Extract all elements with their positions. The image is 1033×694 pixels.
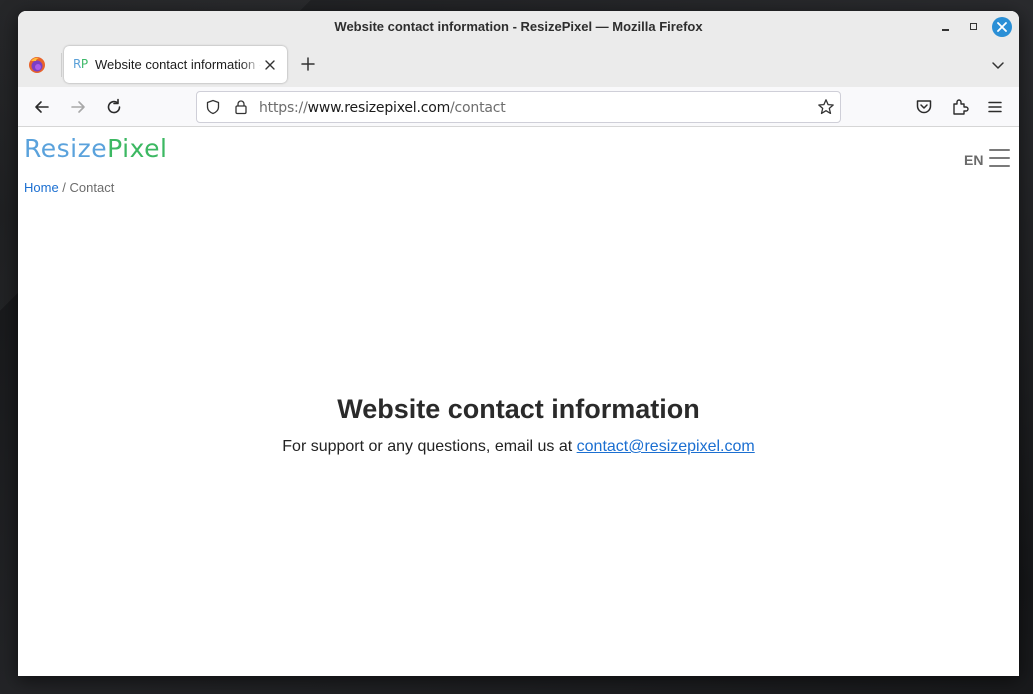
hamburger-icon[interactable] [985,97,1005,117]
contact-text: For support or any questions, email us a… [18,438,1019,456]
contact-email-link[interactable]: contact@resizepixel.com [577,438,755,455]
breadcrumb-home-link[interactable]: Home [24,180,59,195]
maximize-icon[interactable] [964,17,984,37]
url-text[interactable]: https://www.resizepixel.com/contact [259,100,506,116]
language-selector[interactable]: EN [964,152,983,168]
reload-icon[interactable] [104,97,124,117]
breadcrumb-current: Contact [69,180,115,195]
site-logo[interactable]: ResizePixel [24,134,167,163]
page-content: ResizePixel Home / Contact EN Website co… [18,128,1019,676]
star-icon[interactable] [817,98,835,116]
firefox-icon[interactable] [27,55,47,75]
close-tab-icon[interactable] [263,58,277,72]
breadcrumb: Home / Contact [24,180,114,195]
breadcrumb-separator: / [58,180,70,195]
pocket-icon[interactable] [914,97,934,117]
browser-window: Website contact information - ResizePixe… [18,11,1019,676]
lock-icon[interactable] [233,99,249,115]
minimize-icon[interactable] [936,17,956,37]
tab-title: Website contact information - ResizePixe… [95,57,261,72]
chevron-down-icon[interactable] [990,57,1006,73]
favicon-icon: RP [73,57,88,71]
navigation-toolbar: https://www.resizepixel.com/contact [18,87,1019,127]
close-icon[interactable] [992,17,1012,37]
tab-active[interactable]: RP Website contact information - ResizeP… [64,46,287,83]
url-bar[interactable]: https://www.resizepixel.com/contact [196,91,841,123]
page-title: Website contact information [337,394,700,424]
tab-separator [61,53,62,77]
site-menu-icon[interactable] [989,149,1010,167]
title-bar: Website contact information - ResizePixe… [18,11,1019,43]
window-title: Website contact information - ResizePixe… [334,19,703,34]
new-tab-icon[interactable] [299,55,317,73]
arrow-right-icon[interactable] [68,97,88,117]
shield-icon[interactable] [205,99,221,115]
tab-bar: RP Website contact information - ResizeP… [18,43,1019,87]
puzzle-icon[interactable] [950,97,970,117]
arrow-left-icon[interactable] [32,97,52,117]
contact-text-label: For support or any questions, email us a… [282,438,577,455]
